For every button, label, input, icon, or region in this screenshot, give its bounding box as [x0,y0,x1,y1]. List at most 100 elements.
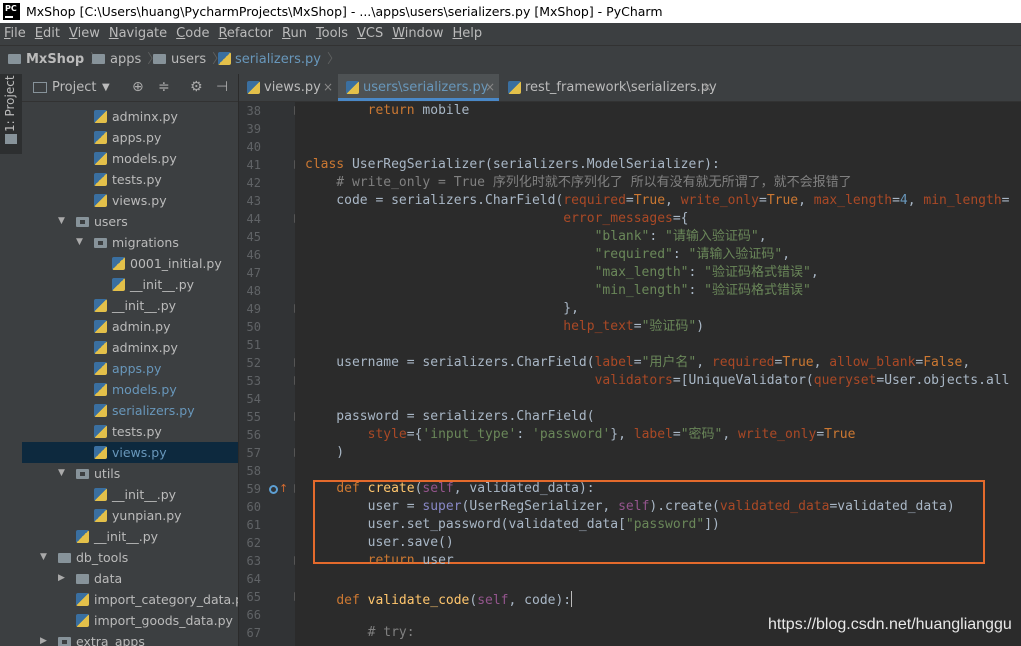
tree-item[interactable]: ▶ data [22,568,238,589]
tool-window-strip: 1: Project [0,74,23,646]
tree-item-label: __init__.py [112,487,177,502]
tree-item[interactable]: ▼ utils [22,463,238,484]
menu-item-code[interactable]: Code [172,23,214,45]
python-file-icon [346,81,359,94]
line-number: 40 [246,140,261,154]
tree-item[interactable]: views.py [22,190,238,211]
tree-item[interactable]: apps.py [22,127,238,148]
target-icon[interactable]: ⊕ [132,74,144,101]
code-token: True [824,427,856,442]
tree-item[interactable]: admin.py [22,316,238,337]
code-token: mobile [414,103,470,118]
menu-item-navigate[interactable]: Navigate [105,23,172,45]
tree-item[interactable]: ▼ migrations [22,232,238,253]
tree-item[interactable]: apps.py [22,358,238,379]
chevron-down-icon[interactable]: ▼ [40,547,47,568]
chevron-down-icon[interactable]: ▼ [76,232,83,253]
line-number: 49 [246,302,261,316]
project-tool-tab[interactable]: 1: Project [0,74,22,154]
chevron-right-icon[interactable]: ▶ [40,631,47,646]
tree-item[interactable]: 0001_initial.py [22,253,238,274]
tree-item[interactable]: __init__.py [22,484,238,505]
tree-item[interactable]: serializers.py [22,400,238,421]
tree-item[interactable]: views.py [22,442,238,463]
line-number: 45 [246,230,261,244]
menu-item-help[interactable]: Help [449,23,488,45]
tree-item[interactable]: import_goods_data.py [22,610,238,631]
tree-item[interactable]: models.py [22,148,238,169]
code-line: "required": "请输入验证码", [305,246,790,264]
code-line: # write_only = True 序列化时就不序列化了 所以有没有就无所谓… [305,174,851,192]
editor-tab[interactable]: users\serializers.py × [338,74,499,101]
tree-item[interactable]: import_category_data.py [22,589,238,610]
tree-item[interactable]: yunpian.py [22,505,238,526]
tree-item[interactable]: adminx.py [22,106,238,127]
code-line: def validate_code(self, code): [305,588,573,608]
editor-tab[interactable]: views.py × [239,74,337,101]
hide-panel-icon[interactable]: ⊣ [216,74,228,101]
python-file-icon [112,257,125,270]
gear-icon[interactable]: ⚙ [190,74,203,101]
code-token: = [1001,193,1010,208]
editor-tab[interactable]: rest_framework\serializers.py × [500,74,717,101]
tree-item[interactable]: models.py [22,379,238,400]
line-number: 56 [246,428,261,442]
menu-item-refactor[interactable]: Refactor [214,23,278,45]
code-token: True [782,355,814,370]
code-token: max_length [813,193,893,208]
tree-item[interactable]: tests.py [22,421,238,442]
code-token: , [758,229,767,244]
menu-item-vcs[interactable]: VCS [353,23,388,45]
code-line: "max_length": "验证码格式错误", [305,264,819,282]
python-file-icon [76,614,89,627]
tree-item[interactable]: __init__.py [22,274,238,295]
menu-item-view[interactable]: View [65,23,105,45]
line-number: 41 [246,158,261,172]
code-token: "验证码" [641,319,697,334]
close-icon[interactable]: × [485,74,495,101]
line-number: 54 [246,392,261,406]
folder-icon [153,54,166,64]
chevron-down-icon[interactable]: ▼ [58,463,65,484]
tree-item-label: admin.py [112,319,171,334]
close-icon[interactable]: × [702,74,712,101]
breadcrumb-file[interactable]: serializers.py 〉 [218,46,340,74]
tree-item[interactable]: ▼ db_tools [22,547,238,568]
menu-item-file[interactable]: File [0,23,31,45]
code-token: def [336,481,360,496]
code-token: "请输入验证码" [688,247,783,262]
tree-item[interactable]: __init__.py [22,526,238,547]
code-token: return [367,553,415,568]
tree-item[interactable]: adminx.py [22,337,238,358]
code-token: , [798,193,814,208]
code-line: }, [305,300,579,318]
tree-item[interactable]: __init__.py [22,295,238,316]
tree-item-label: tests.py [112,424,162,439]
menu-item-tools[interactable]: Tools [312,23,353,45]
chevron-right-icon[interactable]: ▶ [58,568,65,589]
breadcrumb-project[interactable]: MxShop〉 [8,46,103,74]
code-line: user.set_password(validated_data["passwo… [305,516,720,534]
override-marker-icon[interactable] [269,485,278,494]
code-token: = [672,427,681,442]
collapse-icon[interactable]: ≑ [158,74,170,101]
code-token: , [962,355,971,370]
code-token: : [688,265,705,280]
tree-item[interactable]: ▼ users [22,211,238,232]
close-icon[interactable]: × [323,74,333,101]
breadcrumb-users[interactable]: users〉 [153,46,225,74]
chevron-down-icon[interactable]: ▼ [102,74,110,101]
tree-item[interactable]: tests.py [22,169,238,190]
breadcrumb-apps[interactable]: apps〉 [92,46,160,74]
code-editor[interactable]: return mobile class UserRegSerializer(ser… [295,102,1021,646]
menu-item-run[interactable]: Run [278,23,312,45]
menu-item-edit[interactable]: Edit [31,23,65,45]
line-number-gutter: ↑ 38 39 40 41 42 43 44 45 46 47 48 49 50 51 52 53 54 55 56… [239,102,301,646]
menu-item-window[interactable]: Window [388,23,448,45]
tree-item[interactable]: ▶ extra_apps [22,631,238,646]
code-token: , [810,265,819,280]
project-panel-title[interactable]: Project [52,74,96,101]
chevron-down-icon[interactable]: ▼ [58,211,65,232]
code-token: False [923,355,963,370]
